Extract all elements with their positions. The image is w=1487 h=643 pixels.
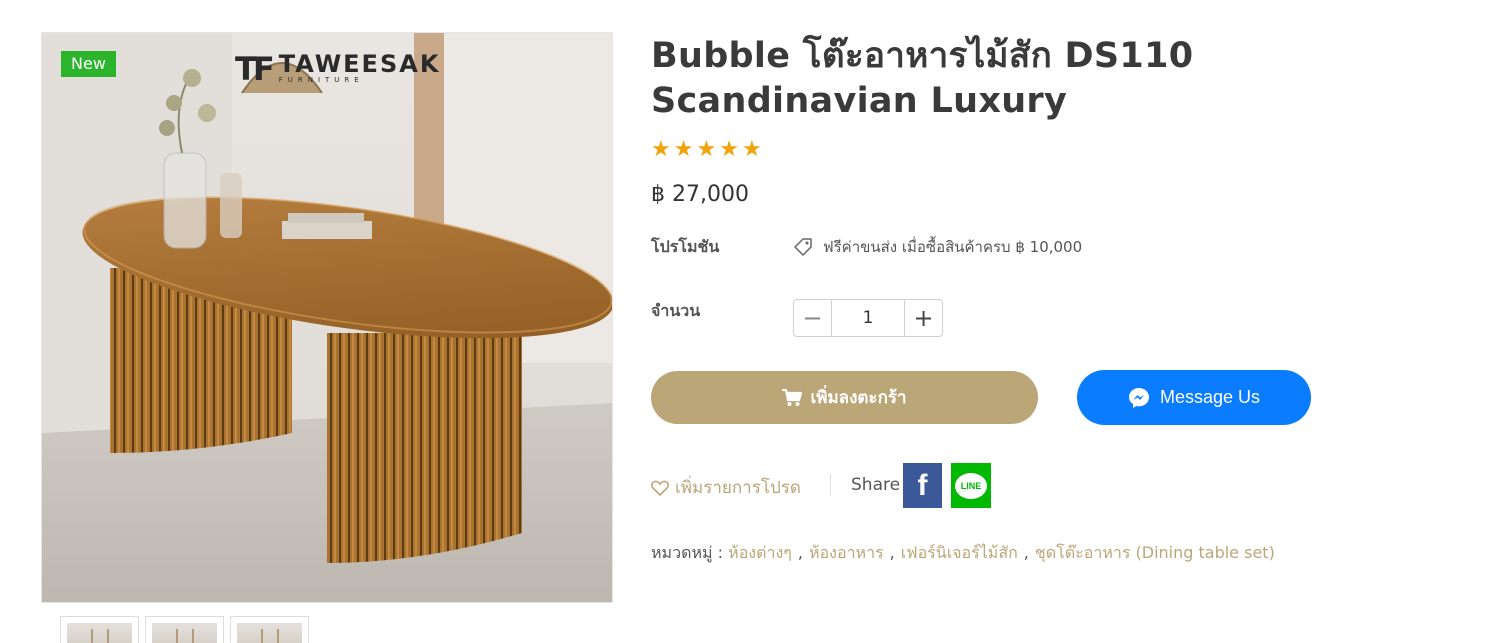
line-icon: LINE <box>955 472 987 499</box>
brand-name: TAWEESAK <box>278 50 441 78</box>
wishlist-label: เพิ่มรายการโปรด <box>675 478 801 498</box>
category-link[interactable]: ห้องต่างๆ <box>728 543 792 562</box>
category-link[interactable]: เฟอร์นิเจอร์ไม้สัก <box>901 543 1018 562</box>
message-us-button[interactable]: Message Us <box>1077 370 1311 425</box>
star-icon: ★ <box>673 137 694 162</box>
quantity-label: จำนวน <box>651 301 701 320</box>
increase-quantity-button[interactable]: + <box>905 300 942 336</box>
add-to-wishlist-link[interactable]: เพิ่มรายการโปรด <box>651 474 801 501</box>
quantity-stepper: − + <box>793 299 943 337</box>
product-info: Bubble โต๊ะอาหารไม้สัก DS110 Scandinavia… <box>651 34 1451 562</box>
category-separator: , <box>1023 543 1029 562</box>
messenger-icon <box>1128 387 1149 408</box>
decrease-quantity-button[interactable]: − <box>794 300 831 336</box>
category-list: หมวดหมู่ : ห้องต่างๆ, ห้องอาหาร, เฟอร์นิเจ… <box>651 541 1275 566</box>
rating-stars: ★ ★ ★ ★ ★ <box>651 139 1451 161</box>
thumbnail[interactable] <box>230 616 309 643</box>
category-link[interactable]: ชุดโต๊ะอาหาร (Dining table set) <box>1035 543 1275 562</box>
table-photo <box>42 33 612 602</box>
add-to-cart-button[interactable]: เพิ่มลงตะกร้า <box>651 371 1038 424</box>
cart-icon <box>782 388 803 406</box>
quantity-input[interactable] <box>831 300 905 336</box>
star-icon: ★ <box>719 137 739 162</box>
star-icon: ★ <box>741 137 762 162</box>
divider <box>830 474 831 496</box>
product-price: ฿ 27,000 <box>651 182 749 207</box>
tag-icon <box>794 238 812 256</box>
star-icon: ★ <box>651 137 671 162</box>
brand-logo: TF TAWEESAK FURNITURE <box>235 52 440 85</box>
message-us-label: Message Us <box>1159 387 1261 407</box>
category-link[interactable]: ห้องอาหาร <box>809 543 884 562</box>
promotion-text: ฟรีค่าขนส่ง เมื่อซื้อสินค้าครบ ฿ 10,000 <box>823 238 1083 256</box>
category-separator: , <box>889 543 895 562</box>
promotion-label: โปรโมชัน <box>651 237 720 256</box>
line-share-button[interactable]: LINE <box>951 463 991 508</box>
add-to-cart-label: เพิ่มลงตะกร้า <box>810 388 907 408</box>
product-main-image[interactable]: New TF TAWEESAK FURNITURE <box>41 32 613 603</box>
facebook-icon: f <box>917 468 928 502</box>
star-icon: ★ <box>696 137 717 162</box>
brand-mark: TF <box>235 49 275 88</box>
facebook-share-button[interactable]: f <box>903 463 942 508</box>
thumbnail[interactable] <box>60 616 139 643</box>
thumbnail[interactable] <box>145 616 224 643</box>
brand-subtitle: FURNITURE <box>278 76 364 84</box>
category-separator: , <box>797 543 803 562</box>
product-page: New TF TAWEESAK FURNITURE Bubble โต๊ะอาห… <box>0 0 1487 643</box>
heart-icon <box>651 480 669 496</box>
thumbnail-strip <box>60 616 309 643</box>
product-title: Bubble โต๊ะอาหารไม้สัก DS110 Scandinavia… <box>651 36 1194 121</box>
share-label: Share <box>851 475 901 495</box>
category-label: หมวดหมู่ : <box>651 543 724 562</box>
promotion-info: ฟรีค่าขนส่ง เมื่อซื้อสินค้าครบ ฿ 10,000 <box>793 235 1082 259</box>
new-badge: New <box>61 51 116 77</box>
